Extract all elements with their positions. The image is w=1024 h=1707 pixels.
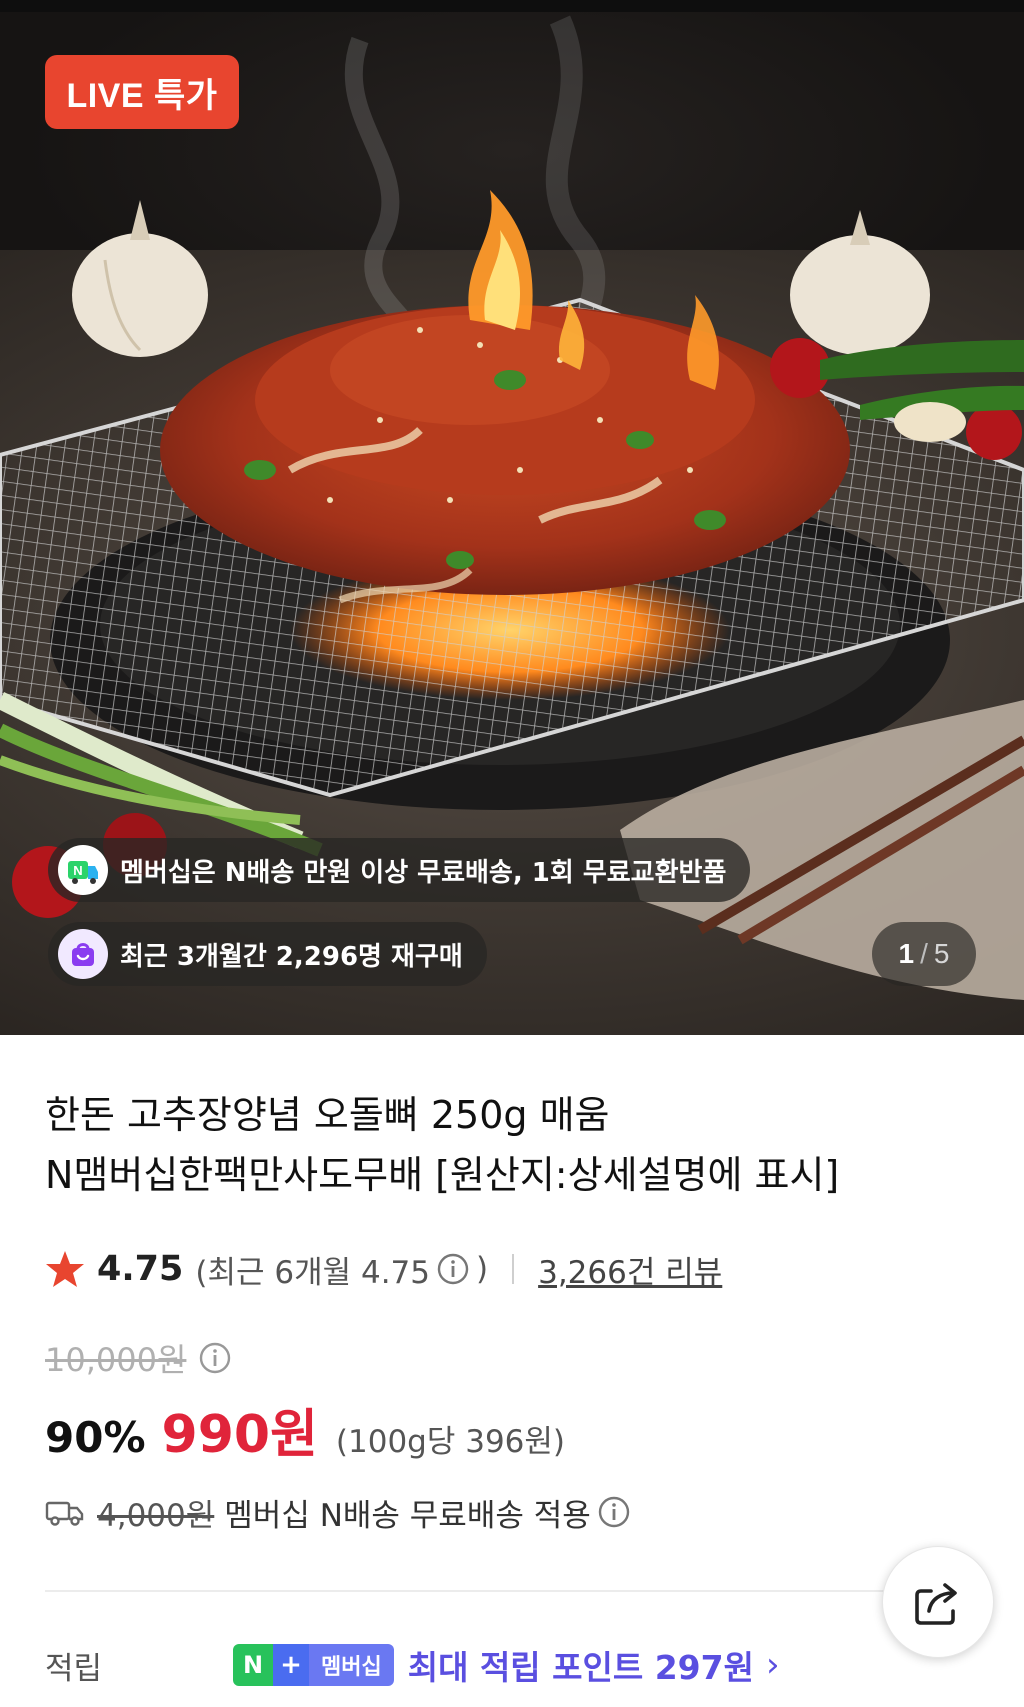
price-row: 90% 990원 (100g당 396원) [45,1392,565,1465]
badge-n: N [233,1644,273,1686]
svg-text:N: N [73,863,82,878]
bag-icon [58,929,108,979]
page-total: 5 [933,938,950,969]
delivery-row: 4,000원 멤버십 N배송 무료배송 적용 [45,1488,637,1536]
recent-rating-close: ) [476,1251,489,1287]
repurchase-text: 최근 3개월간 2,296명 재구매 [120,941,463,972]
badge-plus: + [273,1644,309,1686]
n-plus-membership-badge: N + 멤버십 [233,1644,394,1686]
rating-row: 4.75 (최근 6개월 4.75 ) 3,266건 리뷰 [45,1246,722,1292]
original-price: 10,000원 [45,1341,187,1379]
rating-score: 4.75 [97,1249,184,1289]
share-icon [915,1583,957,1625]
sale-price: 990원 [161,1405,318,1465]
product-title-line-1: 한돈 고추장양념 오돌뼈 250g 매움 [45,1093,610,1137]
info-icon[interactable] [436,1252,470,1286]
repurchase-pill: 최근 3개월간 2,296명 재구매 [48,922,487,986]
image-page-counter: 1 / 5 [872,922,976,986]
product-image-carousel[interactable]: LIVE 특가 N 멤버십은 N배송 만원 이상 무료배송, 1회 무료교환반품… [0,0,1024,1035]
recent-rating: (최근 6개월 4.75 ) [195,1247,488,1292]
points-row[interactable]: 적립 N + 멤버십 최대 적립 포인트 297원 › [45,1640,945,1690]
delivery-text: 멤버십 N배송 무료배송 적용 [224,1497,591,1534]
membership-benefit-text: 멤버십은 N배송 만원 이상 무료배송, 1회 무료교환반품 [120,857,727,888]
max-points-text: 최대 적립 포인트 297원 [407,1648,754,1687]
truck-icon [45,1501,84,1526]
info-icon[interactable] [198,1341,232,1375]
page-separator: / [920,938,928,969]
chevron-right-icon: › [765,1645,780,1685]
recent-rating-text: (최근 6개월 4.75 [195,1254,430,1291]
live-deal-badge: LIVE 특가 [45,55,239,129]
badge-membership: 멤버십 [309,1644,394,1686]
rating-divider [512,1254,515,1284]
discount-rate: 90% [45,1413,146,1462]
page-current: 1 [898,938,915,969]
unit-price: (100g당 396원) [335,1424,566,1460]
original-price-row: 10,000원 [45,1335,238,1381]
points-label: 적립 [45,1650,103,1687]
product-title-line-2: N맴버십한팩만사도무배 [원산지:상세설명에 표시] [45,1153,840,1197]
review-count-link[interactable]: 3,266건 리뷰 [538,1247,722,1292]
delivery-original-fee: 4,000원 [97,1497,215,1534]
product-title: 한돈 고추장양념 오돌뼈 250g 매움 N맴버십한팩만사도무배 [원산지:상세… [45,1085,975,1205]
star-icon [46,1251,84,1287]
n-delivery-icon: N [58,845,108,895]
membership-benefit-pill: N 멤버십은 N배송 만원 이상 무료배송, 1회 무료교환반품 [48,838,751,902]
section-divider [45,1590,905,1592]
info-icon[interactable] [597,1495,631,1529]
